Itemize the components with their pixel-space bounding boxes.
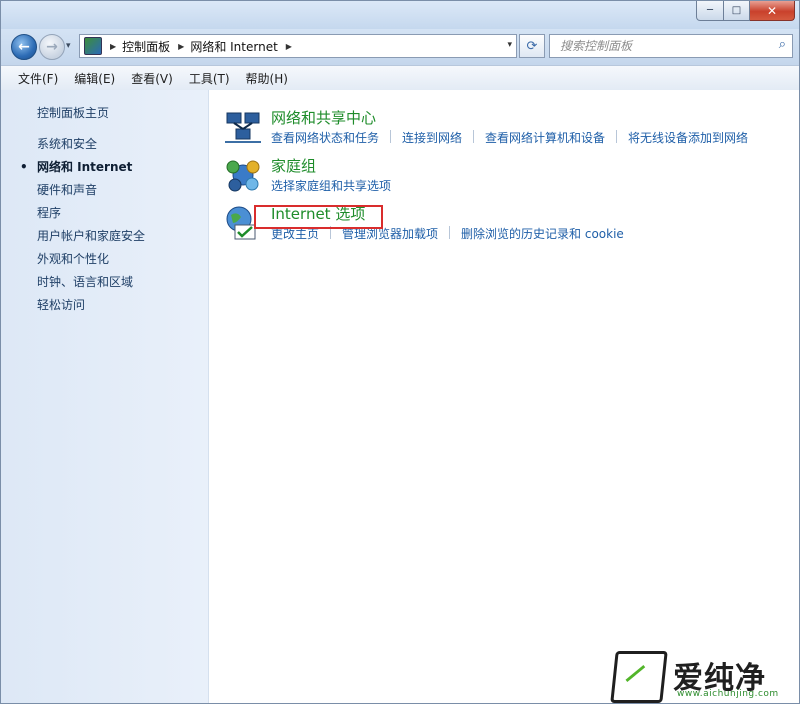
current-item-bullet-icon: • [20, 160, 28, 174]
breadcrumb-separator-icon[interactable]: ▶ [178, 42, 184, 51]
minimize-button[interactable]: ─ [696, 1, 724, 21]
refresh-icon: ⟳ [526, 38, 538, 54]
control-panel-icon [84, 37, 102, 55]
main-content: 网络和共享中心 查看网络状态和任务 连接到网络 查看网络计算机和设备 将无线设备… [209, 90, 799, 703]
sidebar: 控制面板主页 系统和安全 • 网络和 Internet 硬件和声音 程序 用户帐… [1, 90, 209, 703]
network-sharing-icon[interactable] [225, 109, 261, 145]
menu-file[interactable]: 文件(F) [1, 70, 66, 87]
recent-pages-dropdown-icon[interactable]: ▾ [66, 41, 71, 51]
maximize-button[interactable]: □ [724, 1, 750, 21]
sidebar-item-programs[interactable]: 程序 [37, 206, 145, 229]
link-delete-history[interactable]: 删除浏览的历史记录和 cookie [461, 225, 624, 242]
sidebar-item-clock-region[interactable]: 时钟、语言和区域 [37, 275, 145, 298]
link-separator [449, 226, 451, 239]
search-icon[interactable]: ⌕ [779, 37, 786, 52]
sidebar-item-label: 网络和 Internet [37, 160, 133, 174]
watermark-url: www.aichunjing.com [677, 689, 779, 699]
link-add-wireless-device[interactable]: 将无线设备添加到网络 [628, 129, 748, 146]
sidebar-category-list: 系统和安全 • 网络和 Internet 硬件和声音 程序 用户帐户和家庭安全 … [20, 137, 145, 321]
explorer-window: ─ □ ✕ ← → ▾ ▶ 控制面板 ▶ 网络和 Internet ▶ ▾ ⟳ … [0, 0, 800, 704]
category-title[interactable]: 网络和共享中心 [271, 107, 376, 128]
highlight-annotation-box [254, 205, 383, 229]
breadcrumb-separator-icon[interactable]: ▶ [286, 42, 292, 51]
breadcrumb-control-panel[interactable]: 控制面板 [122, 38, 170, 55]
sidebar-item-system-security[interactable]: 系统和安全 [37, 137, 145, 160]
menu-tools[interactable]: 工具(T) [181, 70, 238, 87]
refresh-button[interactable]: ⟳ [519, 34, 545, 58]
link-connect-network[interactable]: 连接到网络 [402, 129, 462, 146]
category-network-sharing: 网络和共享中心 查看网络状态和任务 连接到网络 查看网络计算机和设备 将无线设备… [225, 107, 785, 151]
category-links: 选择家庭组和共享选项 [271, 177, 391, 194]
menu-help[interactable]: 帮助(H) [238, 70, 296, 87]
forward-button[interactable]: → [39, 34, 65, 60]
menu-bar: 文件(F) 编辑(E) 查看(V) 工具(T) 帮助(H) [1, 65, 799, 91]
close-button[interactable]: ✕ [750, 1, 795, 21]
title-bar: ─ □ ✕ [1, 1, 799, 29]
back-button[interactable]: ← [11, 34, 37, 60]
category-links: 查看网络状态和任务 连接到网络 查看网络计算机和设备 将无线设备添加到网络 [271, 129, 748, 146]
sidebar-item-appearance[interactable]: 外观和个性化 [37, 252, 145, 275]
breadcrumb-separator-icon[interactable]: ▶ [110, 42, 116, 51]
menu-edit[interactable]: 编辑(E) [66, 70, 123, 87]
breadcrumb-network-internet[interactable]: 网络和 Internet [190, 38, 277, 55]
sidebar-item-network-internet: • 网络和 Internet [20, 160, 145, 183]
search-input[interactable] [558, 38, 762, 54]
sidebar-item-hardware-sound[interactable]: 硬件和声音 [37, 183, 145, 206]
sidebar-home-link[interactable]: 控制面板主页 [37, 104, 109, 121]
menu-view[interactable]: 查看(V) [123, 70, 181, 87]
category-homegroup: 家庭组 选择家庭组和共享选项 [225, 155, 785, 199]
link-separator [390, 130, 392, 143]
category-title[interactable]: 家庭组 [271, 155, 316, 176]
caption-buttons: ─ □ ✕ [696, 1, 795, 21]
link-separator [616, 130, 618, 143]
address-dropdown-icon[interactable]: ▾ [507, 40, 512, 50]
watermark-logo-icon [610, 651, 668, 703]
sidebar-item-ease-of-access[interactable]: 轻松访问 [37, 298, 145, 321]
link-view-network-status[interactable]: 查看网络状态和任务 [271, 129, 379, 146]
link-view-network-devices[interactable]: 查看网络计算机和设备 [485, 129, 605, 146]
navigation-bar: ← → ▾ ▶ 控制面板 ▶ 网络和 Internet ▶ ▾ ⟳ ⌕ [1, 29, 799, 65]
address-bar[interactable]: ▶ 控制面板 ▶ 网络和 Internet ▶ ▾ [79, 34, 517, 58]
watermark: 爱纯净 www.aichunjing.com [610, 651, 799, 703]
link-separator [473, 130, 475, 143]
homegroup-icon[interactable] [225, 157, 261, 193]
sidebar-item-user-accounts[interactable]: 用户帐户和家庭安全 [37, 229, 145, 252]
search-box[interactable]: ⌕ [549, 34, 793, 58]
link-homegroup-options[interactable]: 选择家庭组和共享选项 [271, 177, 391, 194]
